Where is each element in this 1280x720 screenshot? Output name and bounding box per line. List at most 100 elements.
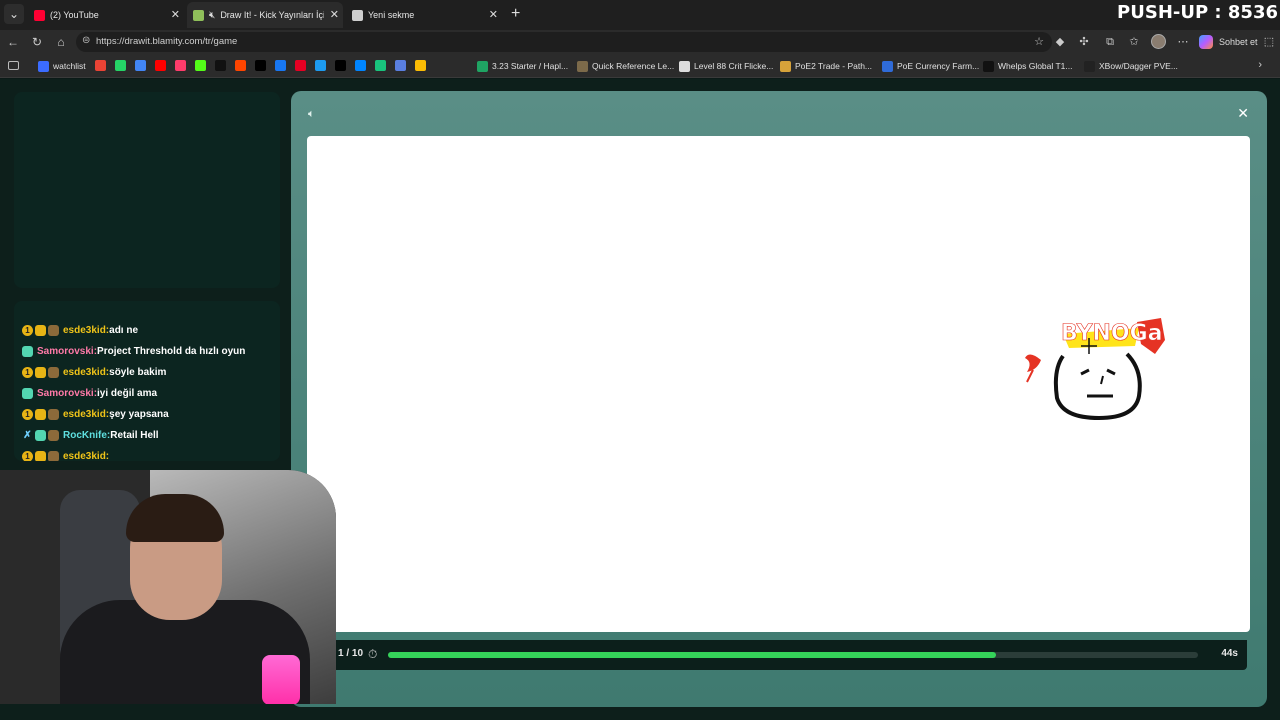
bookmark-label: PoE2 Trade - Path...	[795, 61, 873, 71]
home-icon[interactable]: ⌂	[53, 34, 69, 50]
bookmark-label: Whelps Global T1...	[998, 61, 1073, 71]
tab-strip: ⌄ (2) YouTube ✕ 🔇︎ Draw It! - Kick Yayın…	[0, 0, 1280, 30]
tg-badge-icon	[22, 345, 33, 357]
webcam-microphone	[262, 655, 300, 704]
muted-speaker-icon[interactable]: 🔇︎	[209, 10, 215, 21]
stream-panel	[14, 92, 280, 288]
split-screen-icon[interactable]: ⧉	[1103, 35, 1117, 49]
tab-drawit[interactable]: 🔇︎ Draw It! - Kick Yayınları İçin Ç ✕	[187, 2, 343, 28]
bookmark-favicon-icon[interactable]	[115, 60, 126, 71]
time-left: 44s	[1221, 648, 1238, 659]
tab-title: Yeni sekme	[368, 10, 415, 20]
game-modal: 🔈︎ ✕ BYNOGa 1 / 10 ⏱︎ 44s	[291, 91, 1267, 707]
bookmark-favicon-icon[interactable]	[95, 60, 106, 71]
bookmark-poe-currency[interactable]: PoE Currency Farm...	[882, 59, 979, 73]
drawing-canvas[interactable]: BYNOGa	[307, 136, 1250, 632]
chat-text: şey yapsana	[109, 408, 169, 420]
copilot-chat-button[interactable]: Sohbet et	[1199, 34, 1258, 50]
crown-badge-icon	[35, 324, 46, 336]
tab-new[interactable]: Yeni sekme ✕	[346, 2, 502, 28]
new-tab-button[interactable]: +	[511, 5, 520, 23]
bookmark-favicon-icon[interactable]	[415, 60, 426, 71]
chat-username[interactable]: esde3kid:	[63, 409, 109, 420]
copilot-icon	[1199, 35, 1213, 49]
address-bar[interactable]: ⊜ https://drawit.blamity.com/tr/game ☆	[76, 32, 1052, 52]
workspaces-icon[interactable]	[8, 61, 19, 70]
back-arrow-icon[interactable]: ←	[5, 34, 21, 50]
sidebar-toggle-icon[interactable]: ⬚	[1262, 35, 1276, 49]
bookmark-label: Quick Reference Le...	[592, 61, 675, 71]
chat-text: iyi değil ama	[97, 387, 158, 399]
bookmark-favicon-icon[interactable]	[215, 60, 226, 71]
bookmark-whelps[interactable]: Whelps Global T1...	[983, 59, 1073, 73]
bookmark-watchlist[interactable]: watchlist	[38, 59, 86, 73]
bookmark-level88[interactable]: Level 88 Crit Flicke...	[679, 59, 773, 73]
chat-panel: 1 esde3kid: adı ne Samorovski: Project Thres…	[14, 301, 280, 461]
bookmark-label: XBow/Dagger PVE...	[1099, 61, 1178, 71]
bookmark-xbow[interactable]: XBow/Dagger PVE...	[1084, 59, 1178, 73]
chat-message: Samorovski: Project Threshold da hızlı oy…	[22, 343, 245, 359]
num-badge-icon: 1	[22, 366, 33, 378]
favorites-icon[interactable]: ✩	[1127, 35, 1141, 49]
bookmark-favicon-icon[interactable]	[355, 60, 366, 71]
speaker-icon[interactable]: 🔈︎	[308, 107, 322, 121]
url-text[interactable]: https://drawit.blamity.com/tr/game	[96, 36, 237, 47]
chevron-right-icon[interactable]: ›	[1258, 59, 1262, 71]
chat-username[interactable]: RocKnife:	[63, 430, 110, 441]
chat-username[interactable]: esde3kid:	[63, 451, 109, 462]
extension-icon[interactable]: ◆	[1053, 35, 1067, 49]
bookmark-favicon-icon[interactable]	[255, 60, 266, 71]
chest-badge-icon	[48, 408, 59, 420]
bookmark-label: Level 88 Crit Flicke...	[694, 61, 774, 71]
site-info-icon[interactable]: ⊜	[82, 35, 90, 46]
favorite-star-icon[interactable]: ☆	[1034, 35, 1044, 48]
page-icon	[679, 60, 690, 72]
bookmark-favicon-icon[interactable]	[195, 60, 206, 71]
bookmark-favicon-icon[interactable]	[175, 60, 186, 71]
bookmark-quick-reference[interactable]: Quick Reference Le...	[577, 59, 674, 73]
copilot-chat-label: Sohbet et	[1219, 37, 1258, 47]
chat-username[interactable]: esde3kid:	[63, 325, 109, 336]
reload-icon[interactable]: ↻	[29, 34, 45, 50]
page-icon	[983, 60, 994, 72]
bookmark-favicon-icon[interactable]	[335, 60, 346, 71]
bookmark-favicon-icon[interactable]	[235, 60, 246, 71]
crown-badge-icon	[35, 366, 46, 378]
bookmark-poe2-trade[interactable]: PoE2 Trade - Path...	[780, 59, 872, 73]
tab-title: (2) YouTube	[50, 10, 99, 20]
bookmark-favicon-icon[interactable]	[135, 60, 146, 71]
chat-message: 1 esde3kid: adı ne	[22, 322, 138, 338]
chat-username[interactable]: Samorovski:	[37, 346, 97, 357]
bookmark-favicon-icon[interactable]	[275, 60, 286, 71]
bookmark-favicon-icon[interactable]	[315, 60, 326, 71]
extensions-puzzle-icon[interactable]: ✣	[1077, 35, 1091, 49]
chat-message: Samorovski: iyi değil ama	[22, 385, 157, 401]
tab-youtube[interactable]: (2) YouTube ✕	[28, 2, 184, 28]
more-options-icon[interactable]: ⋯	[1176, 35, 1190, 49]
chat-username[interactable]: Samorovski:	[37, 388, 97, 399]
chest-badge-icon	[48, 450, 59, 461]
close-icon[interactable]: ✕	[489, 8, 498, 21]
bookmark-starter[interactable]: 3.23 Starter / Hapl...	[477, 59, 568, 73]
chat-username[interactable]: esde3kid:	[63, 367, 109, 378]
bookmark-favicon-icon[interactable]	[295, 60, 306, 71]
poe-icon	[882, 60, 893, 72]
svg-text:BYNOGa: BYNOGa	[1061, 321, 1163, 346]
bookmark-label: watchlist	[53, 61, 86, 71]
chat-text: söyle bakim	[109, 366, 167, 378]
webcam-overlay	[0, 470, 336, 704]
bookmark-favicon-icon[interactable]	[375, 60, 386, 71]
time-progress-fill	[388, 652, 996, 658]
close-icon[interactable]: ✕	[330, 8, 339, 21]
tab-list-button[interactable]: ⌄	[4, 4, 24, 24]
close-icon[interactable]: ✕	[171, 8, 180, 21]
page: 1 esde3kid: adı ne Samorovski: Project Thres…	[0, 79, 1280, 720]
chest-badge-icon	[48, 366, 59, 378]
close-icon[interactable]: ✕	[1237, 105, 1249, 121]
bookmark-favicon-icon[interactable]	[395, 60, 406, 71]
bookmark-favicon-icon[interactable]	[155, 60, 166, 71]
page-icon	[577, 60, 588, 72]
profile-avatar[interactable]	[1151, 34, 1166, 49]
player-drawing: BYNOGa	[1025, 318, 1165, 421]
tg-badge-icon	[35, 429, 46, 441]
